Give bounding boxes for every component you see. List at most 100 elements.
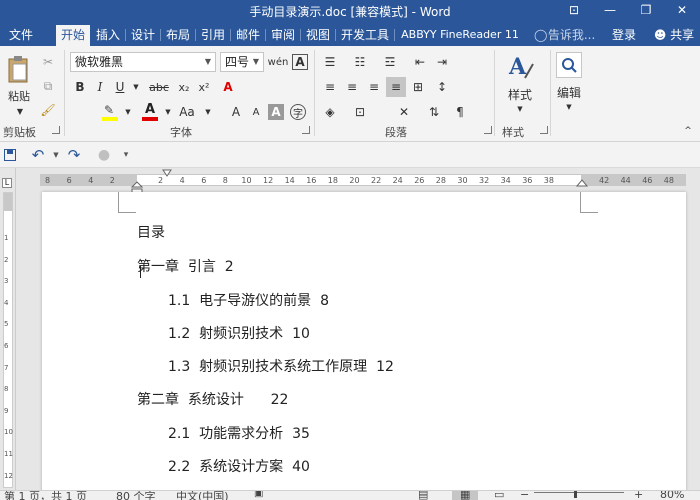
format-painter-icon[interactable]: 🖌 bbox=[38, 100, 58, 120]
paste-label[interactable]: 粘贴 bbox=[2, 88, 36, 104]
change-case-icon[interactable]: Aa bbox=[174, 102, 200, 122]
underline-dropdown-icon[interactable]: ▼ bbox=[126, 77, 146, 97]
increase-indent-icon[interactable]: ⇥ bbox=[432, 52, 452, 72]
numbering-icon[interactable]: ☷ bbox=[350, 52, 370, 72]
zoom-slider[interactable] bbox=[534, 492, 624, 493]
login-link[interactable]: 登录 bbox=[608, 25, 640, 46]
highlight-dropdown-icon[interactable]: ▼ bbox=[118, 102, 138, 122]
close-button[interactable]: ✕ bbox=[664, 0, 700, 22]
redo-icon[interactable]: ↷ bbox=[64, 145, 84, 165]
zoom-level[interactable]: 80% bbox=[660, 491, 684, 500]
enclose-char-icon[interactable]: 字 bbox=[290, 104, 306, 120]
align-center-icon[interactable]: ≡ bbox=[342, 77, 362, 97]
zoom-in-icon[interactable]: + bbox=[634, 491, 643, 500]
restore-button[interactable]: ❐ bbox=[628, 0, 664, 22]
decrease-indent-icon[interactable]: ⇤ bbox=[410, 52, 430, 72]
borders-icon[interactable]: ⊡ bbox=[350, 102, 370, 122]
font-size-combo[interactable]: 四号 ▼ bbox=[220, 52, 264, 72]
tab-layout[interactable]: 布局 bbox=[162, 25, 194, 46]
tab-abbyy[interactable]: ABBYY FineReader 11 bbox=[396, 25, 524, 46]
right-indent-marker-icon[interactable] bbox=[576, 179, 588, 187]
superscript-button[interactable]: x² bbox=[194, 77, 214, 97]
customize-qat-icon[interactable]: ▾ bbox=[116, 145, 136, 165]
show-marks-icon[interactable]: ¶ bbox=[450, 102, 470, 122]
toc-entry[interactable]: 2.2 系统设计方案 40 bbox=[168, 456, 310, 476]
italic-button[interactable]: I bbox=[90, 77, 110, 97]
edit-label[interactable]: 编辑 bbox=[552, 84, 586, 100]
web-layout-icon[interactable]: ▭ bbox=[494, 491, 504, 500]
align-right-icon[interactable]: ≡ bbox=[364, 77, 384, 97]
toc-entry[interactable]: 2.1 功能需求分析 35 bbox=[168, 423, 310, 443]
paragraph-launcher-icon[interactable] bbox=[484, 126, 492, 134]
paste-dropdown-icon[interactable]: ▼ bbox=[12, 106, 28, 116]
styles-launcher-icon[interactable] bbox=[540, 126, 548, 134]
line-spacing-icon[interactable]: ↕ bbox=[432, 77, 452, 97]
char-border-icon[interactable]: A bbox=[292, 54, 308, 70]
font-launcher-icon[interactable] bbox=[302, 126, 310, 134]
tab-selector-icon[interactable]: L bbox=[2, 178, 12, 188]
char-shading-icon[interactable]: A bbox=[268, 104, 284, 120]
bold-button[interactable]: B bbox=[70, 77, 90, 97]
distributed-icon[interactable]: ⊞ bbox=[408, 77, 428, 97]
align-left-icon[interactable]: ≡ bbox=[320, 77, 340, 97]
styles-button[interactable]: A bbox=[502, 52, 538, 82]
word-count[interactable]: 80 个字 bbox=[116, 491, 156, 500]
page-count[interactable]: 第 1 页，共 1 页 bbox=[4, 491, 87, 500]
phonetic-guide-icon[interactable]: wén bbox=[268, 52, 289, 72]
subscript-button[interactable]: x₂ bbox=[174, 77, 194, 97]
tab-mailings[interactable]: 邮件 bbox=[232, 25, 264, 46]
styles-label[interactable]: 样式 bbox=[502, 86, 538, 102]
tab-references[interactable]: 引用 bbox=[197, 25, 229, 46]
zoom-out-icon[interactable]: − bbox=[520, 491, 529, 500]
highlight-icon[interactable]: ✎ bbox=[100, 102, 120, 122]
chinese-layout-icon[interactable]: ✕ bbox=[394, 102, 414, 122]
tab-file[interactable]: 文件 bbox=[2, 25, 40, 46]
change-case-dropdown-icon[interactable]: ▼ bbox=[198, 102, 218, 122]
cut-icon[interactable]: ✂ bbox=[38, 52, 58, 72]
toc-entry[interactable]: 1.1 电子导游仪的前景 8 bbox=[168, 290, 329, 310]
minimize-button[interactable]: — bbox=[592, 0, 628, 22]
tab-design[interactable]: 设计 bbox=[127, 25, 159, 46]
font-color-icon[interactable]: A bbox=[140, 102, 160, 122]
clipboard-launcher-icon[interactable] bbox=[52, 126, 60, 134]
shrink-font-icon[interactable]: A bbox=[246, 102, 266, 122]
justify-icon[interactable]: ≡ bbox=[386, 77, 406, 97]
multilevel-list-icon[interactable]: ☲ bbox=[380, 52, 400, 72]
grow-font-icon[interactable]: A bbox=[226, 102, 246, 122]
strikethrough-button[interactable]: abc bbox=[146, 77, 172, 97]
ribbon-options-icon[interactable]: ⊡ bbox=[556, 0, 592, 22]
toc-entry[interactable]: 1.2 射频识别技术 10 bbox=[168, 323, 310, 343]
bullets-icon[interactable]: ☰ bbox=[320, 52, 340, 72]
tell-me-search[interactable]: ◯ 告诉我... bbox=[534, 25, 606, 46]
search-icon[interactable] bbox=[556, 52, 582, 78]
font-name-combo[interactable]: 微软雅黑 ▼ bbox=[70, 52, 216, 72]
chevron-down-icon[interactable]: ▼ bbox=[514, 104, 526, 114]
tab-developer[interactable]: 开发工具 bbox=[337, 25, 393, 46]
copy-icon[interactable]: ⧉ bbox=[38, 76, 58, 96]
tab-insert[interactable]: 插入 bbox=[92, 25, 124, 46]
repeat-icon[interactable]: ● bbox=[94, 145, 114, 165]
macro-icon[interactable]: ▣ bbox=[254, 491, 263, 499]
tab-view[interactable]: 视图 bbox=[302, 25, 334, 46]
share-button[interactable]: ☻ 共享 bbox=[648, 25, 700, 46]
tab-review[interactable]: 审阅 bbox=[267, 25, 299, 46]
read-mode-icon[interactable]: ▤ bbox=[418, 491, 428, 500]
language-indicator[interactable]: 中文(中国) bbox=[176, 491, 229, 500]
toc-entry[interactable]: 1.3 射频识别技术系统工作原理 12 bbox=[168, 356, 394, 376]
chevron-down-icon[interactable]: ▼ bbox=[563, 102, 575, 112]
undo-icon[interactable]: ↶ bbox=[28, 145, 48, 165]
toc-entry[interactable]: 第一章 引言 2 bbox=[137, 256, 234, 276]
paste-button[interactable] bbox=[4, 52, 32, 86]
tab-home[interactable]: 开始 bbox=[56, 25, 90, 46]
zoom-slider-thumb[interactable] bbox=[574, 491, 577, 498]
print-layout-icon[interactable]: ▦ bbox=[452, 491, 479, 500]
first-line-indent-marker-icon[interactable] bbox=[162, 169, 172, 177]
sort-icon[interactable]: ⇅ bbox=[424, 102, 444, 122]
save-icon[interactable] bbox=[0, 145, 20, 165]
collapse-ribbon-icon[interactable]: ^ bbox=[682, 126, 694, 136]
toc-entry[interactable]: 第二章 系统设计 22 bbox=[137, 389, 288, 409]
clear-formatting-icon[interactable]: A bbox=[218, 77, 238, 97]
shading-icon[interactable]: ◈ bbox=[320, 102, 340, 122]
document-page[interactable]: 目录 第一章 引言 2 1.1 电子导游仪的前景 8 1.2 射频识别技术 10… bbox=[42, 192, 686, 492]
undo-dropdown-icon[interactable]: ▼ bbox=[46, 145, 66, 165]
